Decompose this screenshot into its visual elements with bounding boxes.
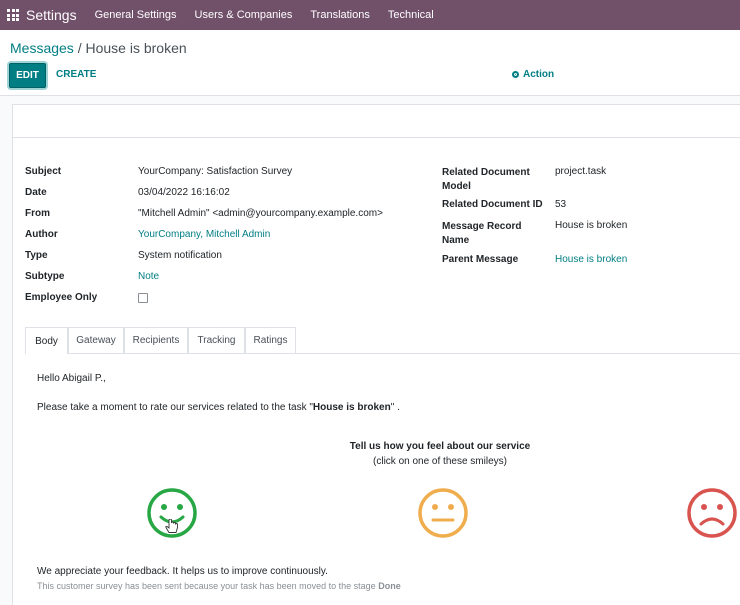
related-document-id-value: 53 — [555, 199, 567, 210]
tab-body[interactable]: Body — [25, 327, 68, 354]
parent-message-value[interactable]: House is broken — [555, 254, 627, 265]
app-name[interactable]: Settings — [26, 7, 77, 23]
menu-users-companies[interactable]: Users & Companies — [195, 9, 293, 21]
from-label: From — [25, 208, 50, 219]
breadcrumb-separator: / — [77, 40, 82, 56]
from-value: "Mitchell Admin" <admin@yourcompany.exam… — [138, 208, 383, 219]
tab-gateway[interactable]: Gateway — [68, 327, 124, 353]
breadcrumb: Messages / House is broken — [10, 40, 187, 56]
gear-icon — [512, 71, 519, 78]
apps-menu-icon[interactable] — [7, 9, 19, 21]
top-navbar: Settings General Settings Users & Compan… — [0, 0, 740, 30]
related-document-id-label: Related Document ID — [442, 199, 543, 210]
type-value: System notification — [138, 250, 222, 261]
tab-recipients[interactable]: Recipients — [124, 327, 188, 353]
menu-translations[interactable]: Translations — [310, 9, 370, 21]
subtype-value[interactable]: Note — [138, 271, 159, 282]
parent-message-label: Parent Message — [442, 254, 519, 265]
message-record-name-label-line1: Message Record — [442, 221, 522, 232]
menu-general-settings[interactable]: General Settings — [95, 9, 177, 21]
sad-smiley-icon[interactable] — [686, 487, 738, 539]
date-label: Date — [25, 187, 47, 198]
create-button[interactable]: CREATE — [56, 69, 96, 80]
edit-button[interactable]: EDIT — [9, 63, 46, 88]
message-record-name-label: Message Record Name — [442, 220, 521, 248]
date-value: 03/04/2022 16:16:02 — [138, 187, 230, 198]
related-document-model-value: project.task — [555, 166, 607, 177]
thanks-text: We appreciate your feedback. It helps us… — [37, 566, 328, 577]
subject-value: YourCompany: Satisfaction Survey — [138, 166, 293, 177]
tab-ratings[interactable]: Ratings — [245, 327, 296, 353]
intro-text-pre: Please take a moment to rate our service… — [37, 402, 313, 413]
survey-footer-text: This customer survey has been sent becau… — [37, 581, 379, 591]
type-label: Type — [25, 250, 48, 261]
intro-text-post: " . — [390, 402, 400, 413]
intro-text: Please take a moment to rate our service… — [37, 402, 400, 413]
related-document-model-label-line2: Model — [442, 181, 471, 192]
related-document-model-label-line1: Related Document — [442, 167, 530, 178]
tab-tracking[interactable]: Tracking — [188, 327, 245, 353]
greeting-text: Hello Abigail P., — [37, 373, 106, 384]
action-label: Action — [523, 69, 555, 80]
breadcrumb-messages[interactable]: Messages — [10, 40, 74, 56]
menu-technical[interactable]: Technical — [388, 9, 434, 21]
action-dropdown[interactable]: Action — [512, 69, 554, 80]
intro-task-name: House is broken — [312, 402, 391, 413]
subtype-label: Subtype — [25, 271, 65, 282]
author-value[interactable]: YourCompany, Mitchell Admin — [138, 229, 270, 240]
breadcrumb-current: House is broken — [85, 40, 187, 56]
notebook-tabs: Body Gateway Recipients Tracking Ratings — [25, 327, 740, 354]
employee-only-checkbox[interactable] — [138, 293, 148, 303]
neutral-smiley-icon[interactable] — [417, 487, 469, 539]
form-sheet: Subject YourCompany: Satisfaction Survey… — [12, 104, 740, 605]
related-document-model-label: Related Document Model — [442, 166, 530, 194]
form-statusbar — [13, 105, 740, 138]
survey-footer-stage: Done — [378, 581, 401, 591]
survey-prompt-hint: (click on one of these smileys) — [373, 456, 507, 467]
author-label: Author — [25, 229, 58, 240]
survey-prompt: Tell us how you feel about our service — [349, 441, 531, 452]
message-record-name-value: House is broken — [555, 220, 628, 231]
survey-footer-note: This customer survey has been sent becau… — [37, 581, 401, 591]
hand-cursor-icon — [165, 519, 178, 533]
control-panel: Messages / House is broken EDIT CREATE A… — [0, 30, 740, 96]
employee-only-label: Employee Only — [25, 292, 98, 303]
message-record-name-label-line2: Name — [442, 235, 470, 246]
subject-label: Subject — [25, 166, 62, 177]
